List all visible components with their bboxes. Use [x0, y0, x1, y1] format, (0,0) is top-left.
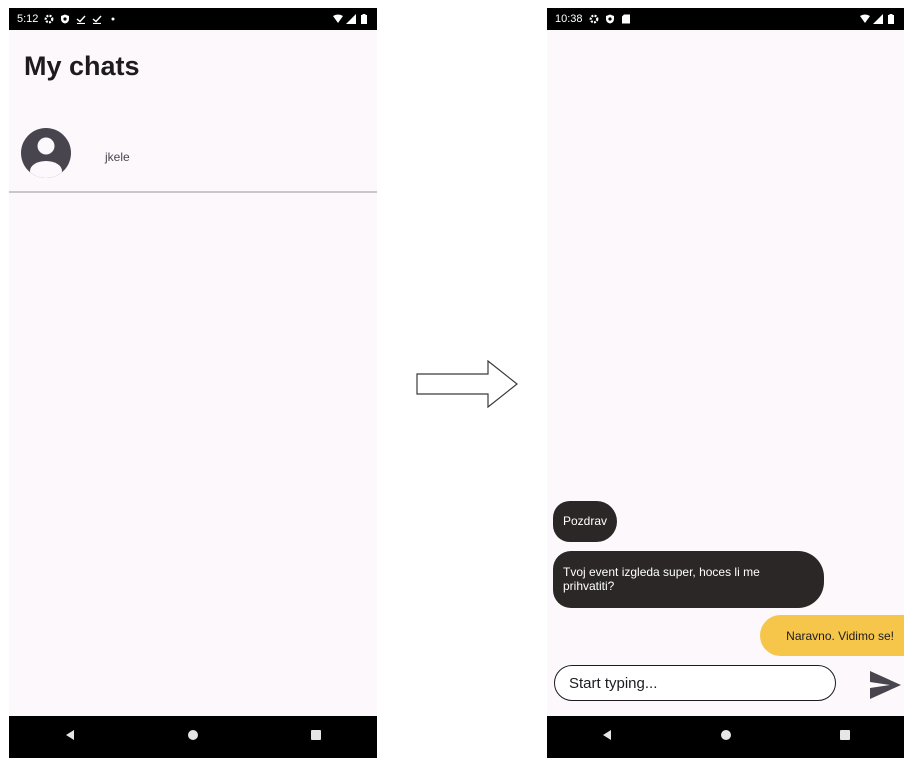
message-bubble-sent: Naravno. Vidimo se!: [760, 615, 904, 656]
recents-icon[interactable]: [838, 728, 852, 747]
message-bubble-received: Tvoj event izgleda super, hoces li me pr…: [553, 551, 824, 608]
signal-icon: [873, 14, 883, 24]
status-time: 10:38: [555, 13, 583, 25]
home-icon[interactable]: [719, 728, 733, 747]
sd-card-icon: [621, 14, 631, 24]
chat-screen: 10:38 Pozdrav Tvoj event izgleda super,: [547, 8, 904, 758]
account-circle-icon: [20, 127, 72, 179]
chat-name: jkele: [105, 150, 130, 164]
status-bar: 10:38: [547, 8, 904, 30]
navigation-bar: [547, 716, 904, 758]
status-time: 5:12: [17, 13, 39, 25]
navigation-bar: [9, 716, 377, 758]
chat-list-screen: 5:12 My chats jkele: [9, 8, 377, 758]
wifi-icon: [860, 14, 870, 24]
transition-arrow-icon: [413, 358, 521, 415]
back-icon[interactable]: [63, 728, 77, 747]
home-icon[interactable]: [186, 728, 200, 747]
battery-icon: [886, 14, 896, 24]
download-done-icon: [76, 14, 86, 24]
notification-dot-icon: [108, 14, 118, 24]
chat-list-item[interactable]: jkele: [9, 121, 377, 193]
signal-icon: [346, 14, 356, 24]
battery-icon: [359, 14, 369, 24]
gear-icon: [589, 14, 599, 24]
gear-icon: [44, 14, 54, 24]
message-bubble-received: Pozdrav: [553, 501, 618, 542]
shield-icon: [605, 14, 615, 24]
message-input[interactable]: [554, 665, 836, 701]
wifi-icon: [333, 14, 343, 24]
back-icon[interactable]: [600, 728, 614, 747]
send-icon[interactable]: [867, 667, 903, 703]
page-title: My chats: [24, 51, 140, 81]
download-done-icon: [92, 14, 102, 24]
status-bar: 5:12: [9, 8, 377, 30]
recents-icon[interactable]: [309, 728, 323, 747]
shield-icon: [60, 14, 70, 24]
